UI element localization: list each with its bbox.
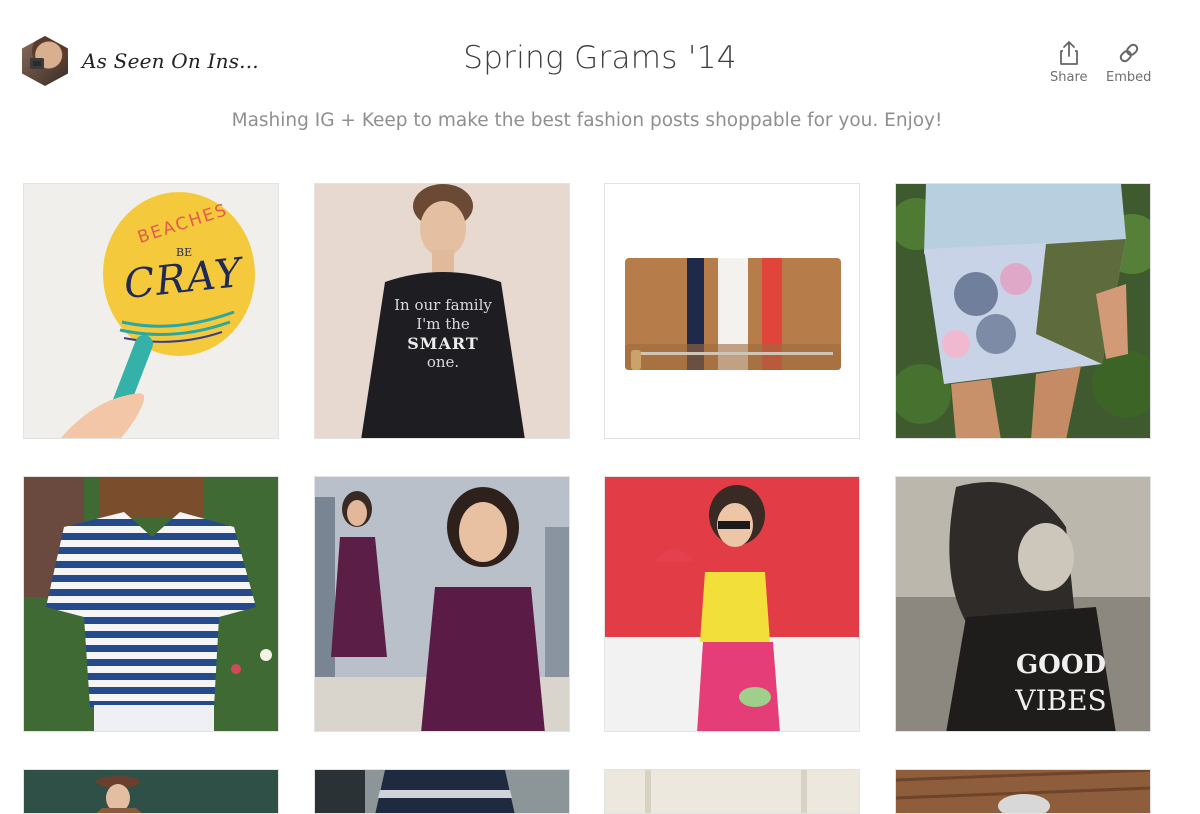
- photo-silver-shoe[interactable]: [895, 769, 1151, 814]
- photo-hat-woman[interactable]: [23, 769, 279, 814]
- sweater-line-3: SMART: [407, 334, 479, 353]
- vibes-line-1: GOOD: [1015, 650, 1107, 680]
- sweater-line-2: I'm the: [416, 315, 470, 333]
- vibes-line-2: VIBES: [1015, 684, 1107, 717]
- sweater-text: In our family I'm the SMART one.: [315, 296, 569, 372]
- photo-striped-skirt[interactable]: [314, 769, 570, 814]
- clutch-photo: [625, 258, 841, 370]
- silver-shoe-photo: [896, 770, 1150, 813]
- photo-beach-paddle[interactable]: BEACHES BE CRAY: [23, 183, 279, 439]
- photo-striped-top[interactable]: [23, 476, 279, 732]
- hat-woman-photo: [24, 770, 278, 813]
- white-room-photo: [605, 770, 859, 813]
- photo-striped-clutch[interactable]: [604, 183, 860, 439]
- purple-dress-photo: [315, 477, 569, 731]
- photo-good-vibes[interactable]: GOOD VIBES: [895, 476, 1151, 732]
- photo-floral-skirt[interactable]: [895, 183, 1151, 439]
- photo-watermelon-top[interactable]: [604, 476, 860, 732]
- photo-purple-dress[interactable]: [314, 476, 570, 732]
- watermelon-top-photo: [605, 485, 859, 731]
- paddle-illustration: [60, 192, 255, 438]
- sweater-line-1: In our family: [394, 296, 492, 314]
- skirt-photo: [896, 184, 1150, 438]
- photo-white-room[interactable]: [604, 769, 860, 814]
- photo-smart-sweater[interactable]: In our family I'm the SMART one.: [314, 183, 570, 439]
- striped-top-photo: [24, 477, 272, 731]
- sweater-line-4: one.: [426, 353, 460, 371]
- vibes-text: GOOD VIBES: [996, 647, 1126, 719]
- photo-grid: BEACHES BE CRAY In our family I'm the SM…: [0, 0, 1200, 814]
- striped-skirt-photo: [315, 770, 569, 813]
